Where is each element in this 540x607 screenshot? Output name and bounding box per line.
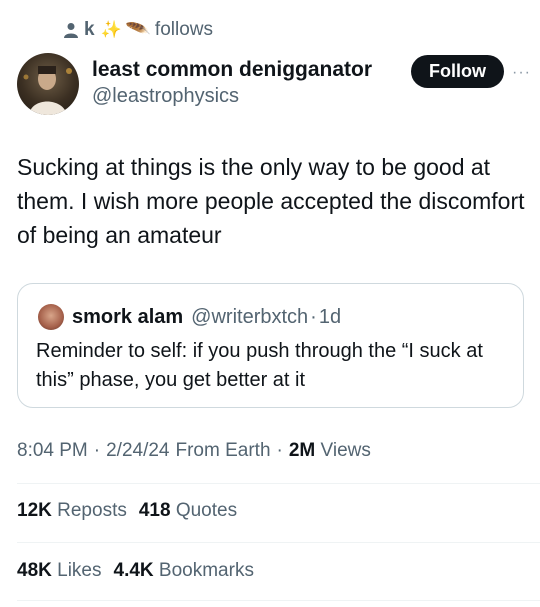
author-avatar[interactable] [17,53,79,115]
author-info[interactable]: least common denigganator @leastrophysic… [92,57,372,109]
author-display-name[interactable]: least common denigganator [92,57,372,83]
tweet-text: Sucking at things is the only way to be … [17,154,525,248]
tweet-source: From Earth [175,440,271,461]
reposts-quotes-row: 12K Reposts 418 Quotes [17,500,237,522]
divider [17,542,540,543]
bookmarks-link[interactable]: 4.4K Bookmarks [114,560,254,582]
quote-author-name: smork alam [72,306,184,328]
feather-icon: 🪶 [124,16,152,43]
sparkles-icon: ✨ [100,20,122,39]
bookmarks-count: 4.4K [113,560,154,581]
author-handle[interactable]: @leastrophysics [92,83,372,109]
quoted-tweet[interactable]: smork alam @writerbxtch · 1d Reminder to s… [17,283,524,408]
social-context-name: k [84,19,95,40]
views-label: Views [320,440,371,461]
likes-bookmarks-row: 48K Likes 4.4K Bookmarks [17,560,254,582]
reposts-count: 12K [17,500,52,521]
likes-count: 48K [17,560,52,581]
likes-label: Likes [57,560,102,581]
more-options-icon[interactable]: ··· [512,64,531,82]
quote-text: Reminder to self: if you push through th… [36,340,483,391]
quote-header: smork alam @writerbxtch · 1d [72,304,341,330]
views-count: 2M [288,440,316,461]
social-context-suffix: follows [154,19,213,40]
quotes-count: 418 [138,500,171,521]
quote-author-handle: @writerbxtch [191,306,309,328]
divider [17,600,540,601]
follow-button[interactable]: Follow [411,55,504,88]
reposts-link[interactable]: 12K Reposts [17,500,127,522]
social-context[interactable]: k ✨ 🪶 follows [64,16,213,43]
reposts-label: Reposts [57,500,127,521]
quote-author-avatar [38,304,64,330]
tweet-time[interactable]: 8:04 PM [17,440,88,462]
tweet-date[interactable]: 2/24/24 [106,440,169,462]
meta-separator: · [276,440,283,461]
likes-link[interactable]: 48K Likes [17,560,102,582]
quote-dot-separator: · [310,306,317,328]
person-icon [64,22,78,38]
meta-separator: · [93,440,101,461]
quotes-label: Quotes [175,500,238,521]
divider [17,483,540,484]
quotes-link[interactable]: 418 Quotes [139,500,237,522]
tweet-metadata: 8:04 PM · 2/24/24 From Earth · 2M Views [17,440,371,462]
bookmarks-label: Bookmarks [158,560,254,581]
quote-timestamp: 1d [318,306,342,328]
